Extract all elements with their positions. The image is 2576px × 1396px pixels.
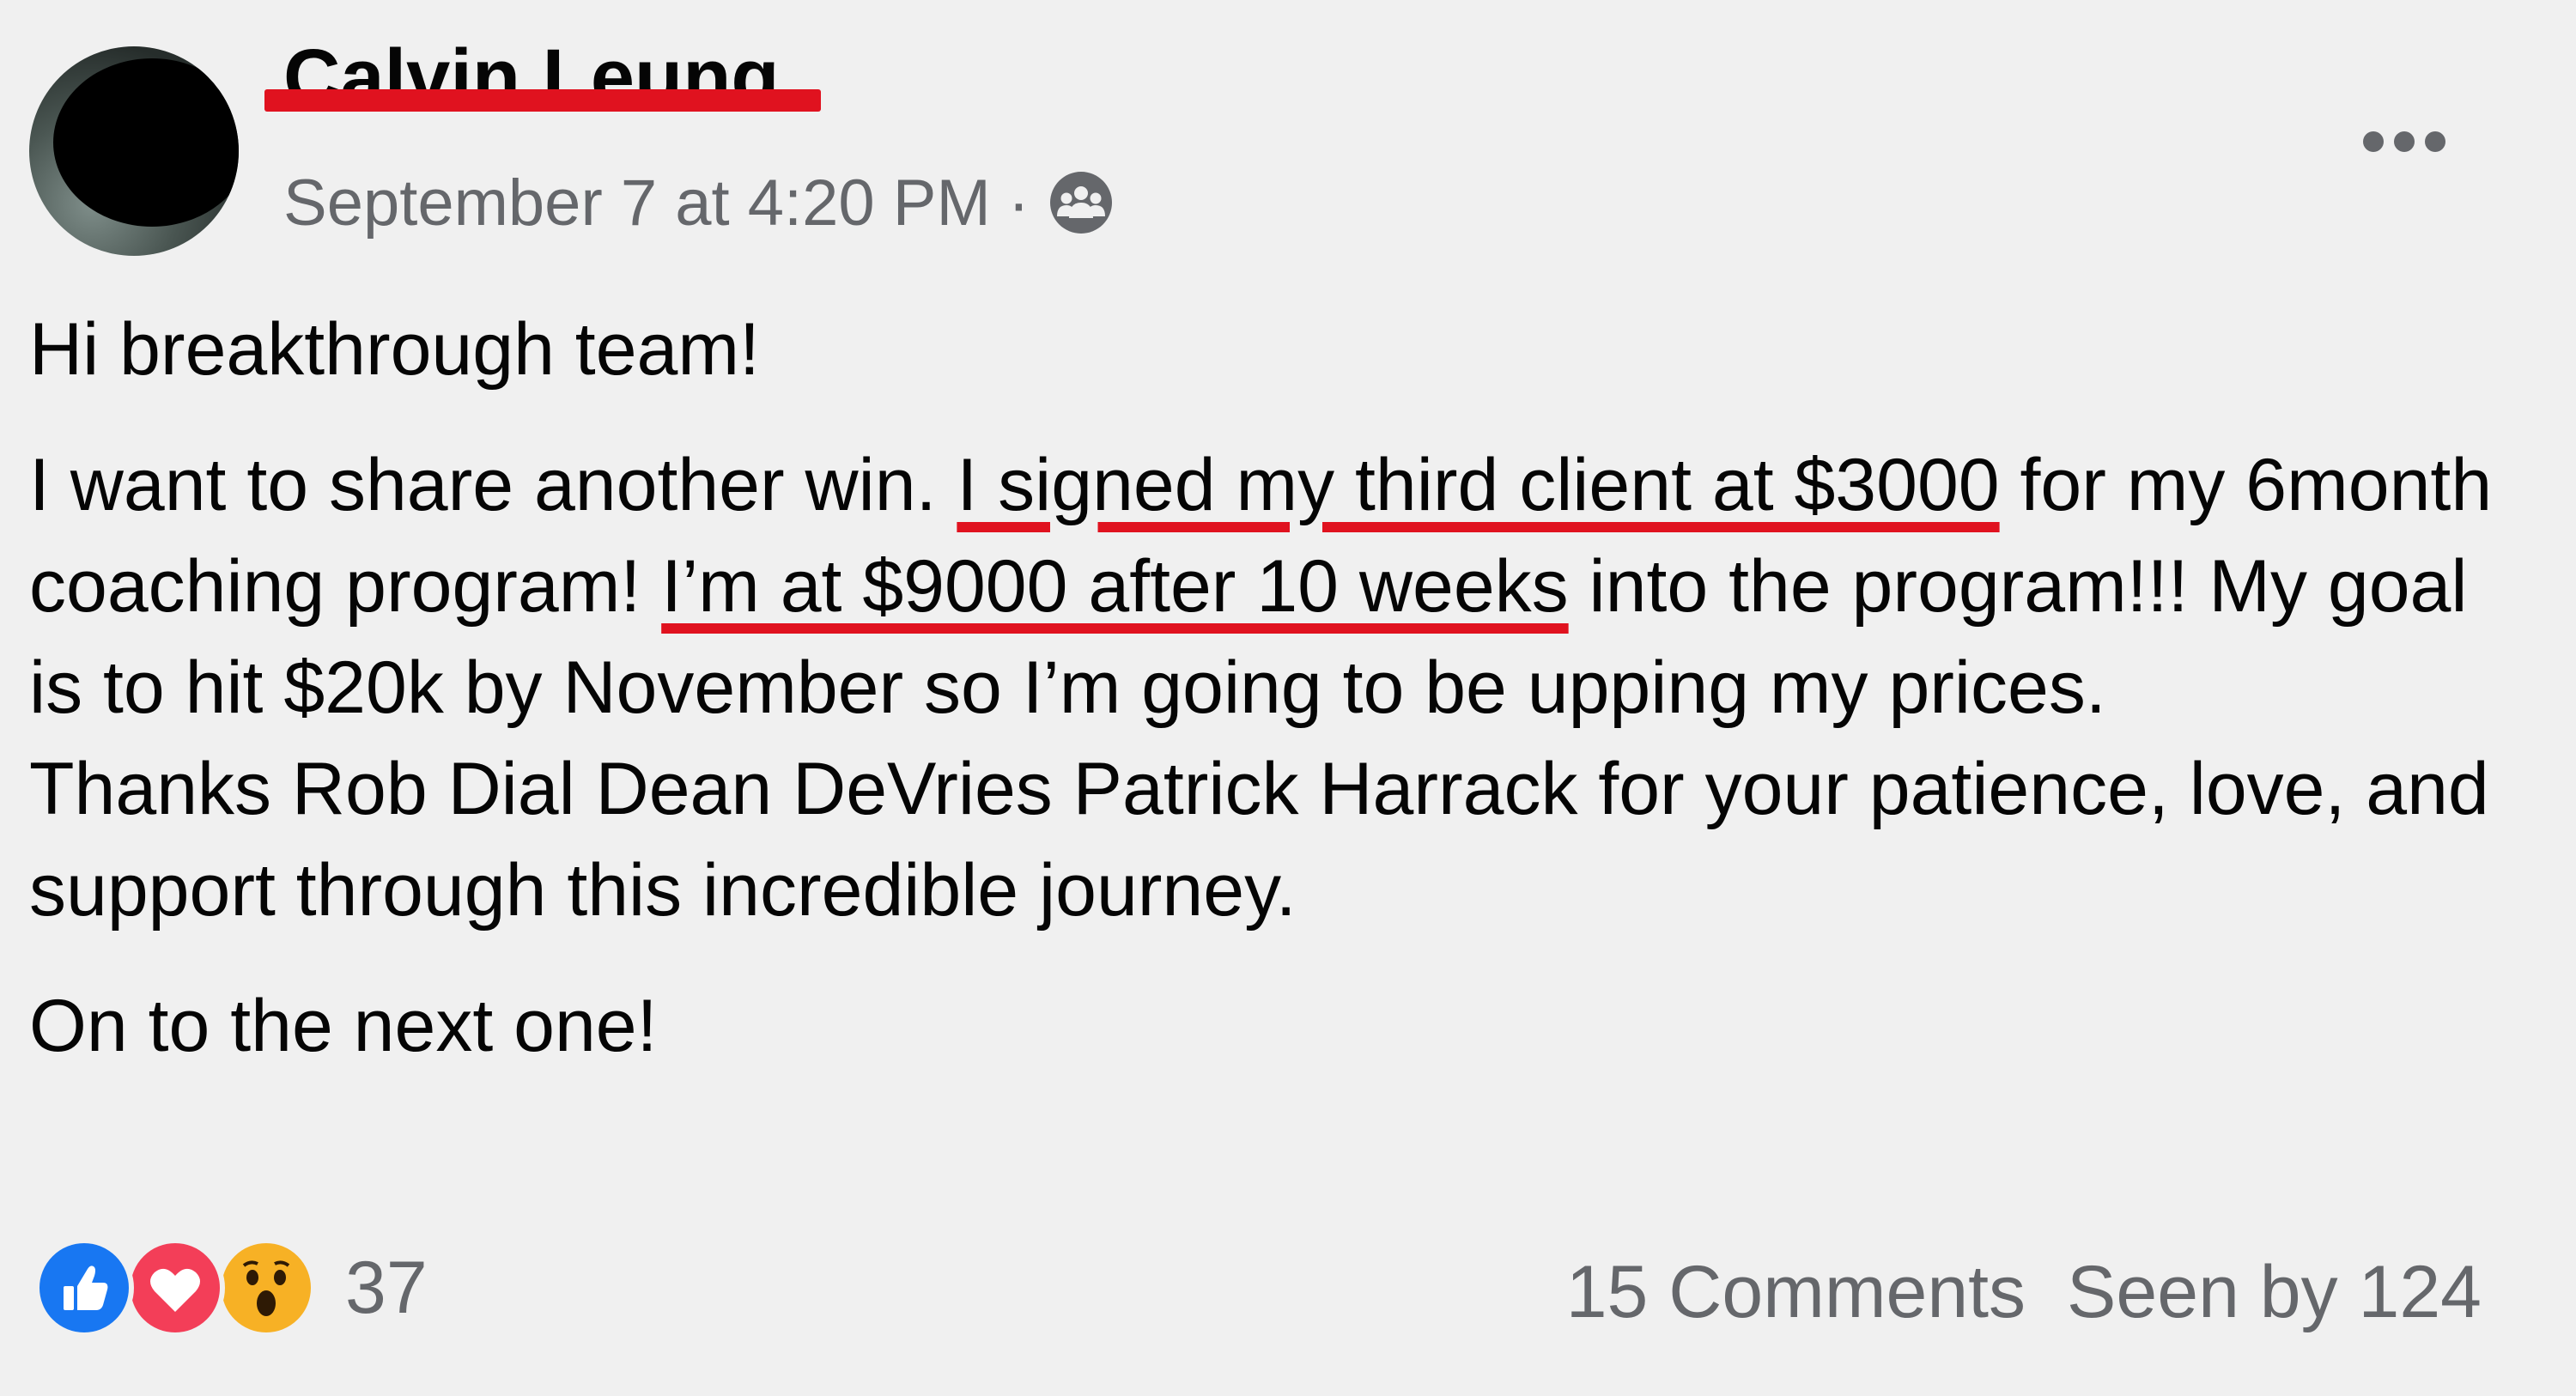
like-icon [34,1238,134,1338]
post-greeting: Hi breakthrough team! [29,308,760,391]
more-options-button[interactable] [2353,120,2456,163]
facebook-post: Calvin Leung September 7 at 4:20 PM · Hi… [0,0,2576,1396]
post-win-paragraph: I want to share another win. I signed my… [29,434,2537,738]
highlighted-client-text: I signed my third client at $3000 [957,444,2000,526]
post-timestamp[interactable]: September 7 at 4:20 PM [283,166,991,240]
post-closing: On to the next one! [29,985,658,1067]
seen-by-link[interactable]: Seen by 124 [2067,1250,2482,1335]
author-avatar[interactable] [29,46,239,256]
wow-icon [216,1238,316,1338]
meta-separator: · [1007,166,1030,240]
reaction-count: 37 [345,1246,428,1329]
win-intro-text: I want to share another win. [29,444,957,526]
more-horizontal-icon [2363,131,2445,152]
love-icon [125,1238,225,1338]
name-redaction-line [264,89,821,112]
comments-link[interactable]: 15 Comments [1566,1250,2026,1335]
avatar-redaction [53,58,239,227]
group-audience-icon[interactable] [1048,170,1114,235]
engagement-stats: 15 Comments Seen by 124 [1566,1245,2482,1339]
post-thanks: Thanks Rob Dial Dean DeVries Patrick Har… [29,748,2489,932]
post-body: Hi breakthrough team! I want to share an… [29,299,2537,1077]
reaction-summary[interactable]: 37 [34,1236,428,1339]
post-meta: September 7 at 4:20 PM · [283,161,1114,244]
highlighted-revenue-text: I’m at $9000 after 10 weeks [661,545,1569,628]
